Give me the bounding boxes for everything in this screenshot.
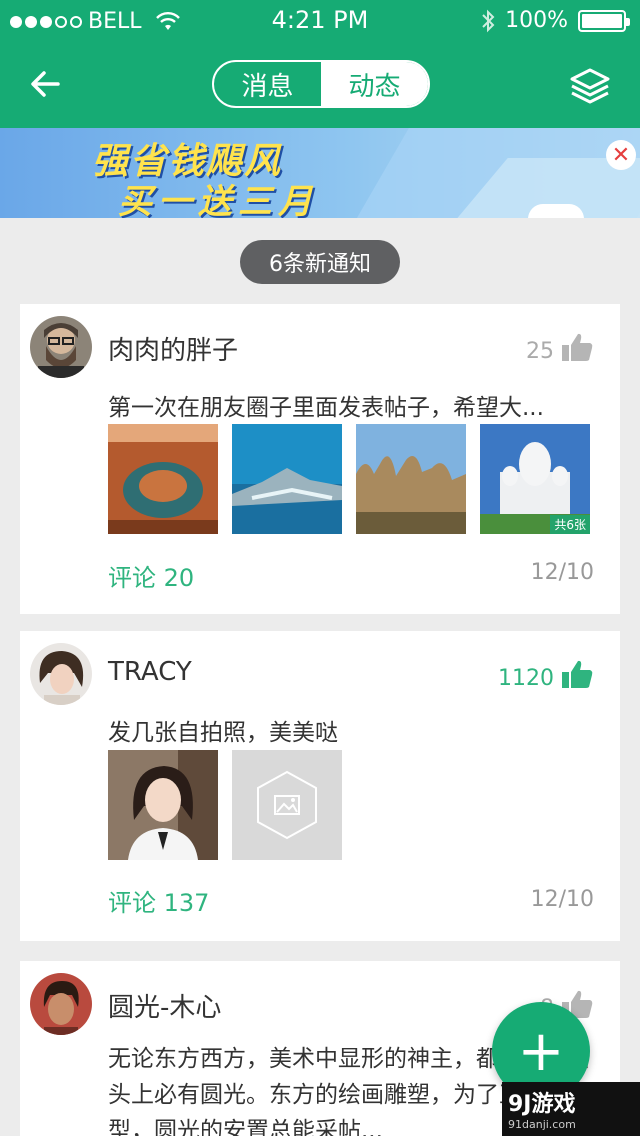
photo-selfie[interactable] bbox=[108, 750, 218, 860]
battery-percent: 100% bbox=[505, 8, 568, 33]
comment-count[interactable]: 评论 137 bbox=[108, 883, 209, 918]
post-card[interactable]: TRACY 1120 发几张自拍照，美美哒 评论 137 12/10 bbox=[20, 631, 620, 941]
new-notifications-pill[interactable]: 6条新通知 bbox=[240, 240, 400, 284]
post-text: 发几张自拍照，美美哒 bbox=[108, 720, 338, 746]
top-bar: BELL 4:21 PM 100% 消息 动态 bbox=[0, 0, 640, 128]
like-counter[interactable]: 25 bbox=[526, 330, 594, 364]
tab-feed[interactable]: 动态 bbox=[321, 62, 428, 106]
username[interactable]: 圆光-木心 bbox=[108, 987, 221, 1024]
photo-strip: 共6张 bbox=[108, 424, 590, 534]
avatar[interactable] bbox=[30, 973, 92, 1035]
thumbs-up-icon[interactable] bbox=[560, 657, 594, 691]
banner-subline: 买一送三月 bbox=[118, 182, 318, 218]
promo-banner[interactable]: 强省钱飓风 买一送三月 bbox=[0, 128, 640, 218]
watermark: 9J游戏 91danji.com bbox=[502, 1082, 640, 1136]
tab-messages[interactable]: 消息 bbox=[214, 62, 321, 106]
nav-bar: 消息 动态 bbox=[0, 40, 640, 128]
photo-lake[interactable] bbox=[232, 424, 342, 534]
segmented-control: 消息 动态 bbox=[212, 60, 430, 108]
like-count: 1120 bbox=[498, 666, 554, 691]
comment-count[interactable]: 评论 20 bbox=[108, 558, 194, 593]
layers-icon[interactable] bbox=[568, 64, 612, 108]
status-bar: BELL 4:21 PM 100% bbox=[0, 0, 640, 40]
battery-icon bbox=[578, 9, 630, 32]
post-date: 12/10 bbox=[530, 560, 594, 585]
thumbs-up-icon[interactable] bbox=[560, 330, 594, 364]
image-placeholder-icon bbox=[257, 770, 317, 840]
post-text: 第一次在朋友圈子里面发表帖子，希望大... bbox=[108, 395, 544, 421]
cloud-graphic bbox=[528, 204, 584, 218]
bluetooth-icon bbox=[482, 9, 495, 32]
back-arrow-icon[interactable] bbox=[24, 62, 68, 106]
avatar[interactable] bbox=[30, 643, 92, 705]
like-counter[interactable]: 1120 bbox=[498, 657, 594, 691]
post-card[interactable]: 肉肉的胖子 25 第一次在朋友圈子里面发表帖子，希望大... 共6张 评论 20… bbox=[20, 304, 620, 614]
close-banner-button[interactable]: ✕ bbox=[606, 140, 636, 170]
avatar[interactable] bbox=[30, 316, 92, 378]
photo-strip bbox=[108, 750, 342, 860]
photo-canyon[interactable] bbox=[108, 424, 218, 534]
photo-placeholder[interactable] bbox=[232, 750, 342, 860]
status-right: 100% bbox=[481, 8, 630, 33]
watermark-site: 91danji.com bbox=[508, 1118, 576, 1131]
post-date: 12/10 bbox=[530, 887, 594, 912]
username[interactable]: TRACY bbox=[108, 657, 192, 687]
watermark-brand: 9J游戏 bbox=[508, 1092, 576, 1117]
photo-basilica[interactable]: 共6张 bbox=[480, 424, 590, 534]
username[interactable]: 肉肉的胖子 bbox=[108, 330, 238, 367]
like-count: 25 bbox=[526, 339, 554, 364]
photo-rock-formations[interactable] bbox=[356, 424, 466, 534]
photo-count-badge: 共6张 bbox=[550, 515, 590, 534]
